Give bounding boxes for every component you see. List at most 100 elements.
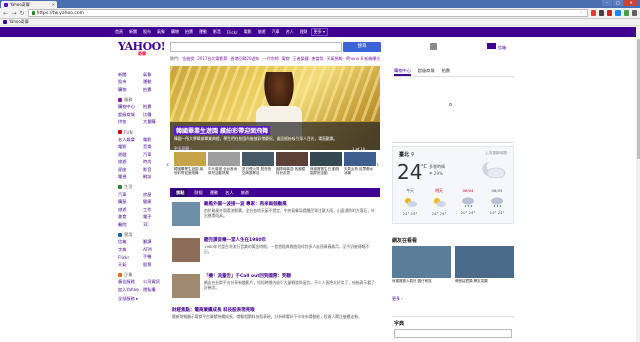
story-title[interactable]: 聽完課音樂一堂人生在1980年 bbox=[204, 237, 266, 243]
weather-widget[interactable]: 臺北 ⚲ 上次更新時間 · 24 °C 多雲時晴 ☂ 29% 今天 24° 29°… bbox=[392, 146, 514, 224]
sidebar-link[interactable]: 股票 bbox=[143, 262, 168, 268]
sidebar-link[interactable]: 網誌 bbox=[143, 174, 168, 180]
sidebar-link[interactable]: 超級商城 bbox=[118, 112, 143, 118]
sidebar-link[interactable]: 健康 bbox=[143, 199, 168, 205]
story-thumbnail[interactable] bbox=[172, 202, 200, 226]
sidebar-link[interactable]: 購物中心 bbox=[118, 104, 143, 110]
thumb-prev-arrow-icon[interactable]: ‹ bbox=[166, 160, 169, 169]
explore-photo[interactable]: 熊貓寶寶人氣旺 圓仔家族 bbox=[392, 246, 451, 283]
hero-thumbnail[interactable]: 韓國畢業生遊園 繽紛彩帶迎面飛舞 bbox=[174, 152, 206, 184]
sidebar-link[interactable]: 電子 bbox=[143, 214, 168, 220]
sidebar-link[interactable]: 遊戲 bbox=[118, 152, 143, 158]
mail-icon[interactable] bbox=[487, 43, 496, 49]
story-title[interactable]: 颱風外圍一波接一波 專家：再來兩個颱風 bbox=[204, 201, 287, 207]
sidebar-link[interactable]: 購物 bbox=[118, 87, 143, 93]
sidebar-link[interactable]: 信箱 bbox=[118, 239, 143, 245]
yahoo-nav-item[interactable]: 購物 bbox=[168, 29, 182, 35]
yahoo-nav-item[interactable]: 新聞 bbox=[126, 29, 140, 35]
tab-close-icon[interactable]: × bbox=[52, 2, 55, 7]
story-thumbnail[interactable] bbox=[172, 238, 200, 262]
news-tab[interactable]: 名人 bbox=[225, 190, 233, 196]
sidebar-link[interactable]: 時尚 bbox=[143, 159, 168, 165]
sidebar-link[interactable]: 電視 bbox=[118, 174, 143, 180]
page-scrollbar[interactable] bbox=[636, 27, 640, 342]
news-tab[interactable]: 焦點 bbox=[173, 188, 188, 197]
weather-city[interactable]: 臺北 ⚲ bbox=[399, 151, 414, 158]
yahoo-nav-more[interactable]: 更多 ▾ bbox=[310, 28, 328, 36]
sidebar-link[interactable]: 拼拍 bbox=[118, 119, 143, 125]
story-title[interactable]: 「機！流量告」千Call out回到國際：笑翻 bbox=[204, 273, 291, 279]
trending-link[interactable]: 金曲獎 bbox=[182, 56, 194, 62]
yahoo-nav-item[interactable]: 運動 bbox=[196, 29, 210, 35]
sidebar-link[interactable]: 天氣 bbox=[118, 262, 143, 268]
explore-caption[interactable]: 萌獸搶鏡頭 網友笑翻 bbox=[455, 279, 514, 284]
shopping-tab[interactable]: 拍賣 bbox=[442, 68, 450, 76]
extension-icon[interactable] bbox=[615, 10, 621, 16]
yahoo-nav-item[interactable]: 名人 bbox=[283, 29, 297, 35]
sidebar-link[interactable]: 字典 bbox=[118, 247, 143, 253]
address-bar[interactable]: https://tw.yahoo.com ☆ bbox=[27, 9, 588, 17]
yahoo-nav-item[interactable]: 汽車 bbox=[269, 29, 283, 35]
yahoo-nav-item[interactable]: 影音 bbox=[210, 29, 224, 35]
sidebar-link[interactable]: 拍賣 bbox=[143, 104, 168, 110]
trending-link[interactable]: IPhone 8 新機曝光 bbox=[346, 56, 381, 62]
sidebar-link[interactable]: 購屋 bbox=[118, 199, 143, 205]
hero-thumbnail[interactable]: 夏日煙火秀 點亮夜空絢麗奪目 bbox=[242, 152, 274, 184]
trending-link[interactable]: 麥當勞 bbox=[312, 56, 324, 62]
extension-icon[interactable] bbox=[590, 10, 596, 16]
extension-icon[interactable] bbox=[623, 10, 629, 16]
sidebar-link[interactable]: 汽車 bbox=[143, 152, 168, 158]
extension-icon[interactable] bbox=[598, 10, 605, 16]
yahoo-nav-item[interactable]: 旅遊 bbox=[255, 29, 269, 35]
sidebar-link[interactable]: Flickr bbox=[118, 255, 143, 260]
sidebar-link[interactable]: 氣象 bbox=[143, 72, 168, 78]
browser-tab[interactable]: Yahoo奇摩 × bbox=[1, 1, 57, 8]
sidebar-link[interactable]: ATM bbox=[143, 247, 168, 252]
sidebar-link[interactable]: 汽車 bbox=[118, 192, 143, 198]
yahoo-nav-item[interactable]: 電影 bbox=[241, 29, 255, 35]
hero-thumbnail[interactable]: 熊貓寶寶生日 動物園慶祝活動 bbox=[310, 152, 342, 184]
search-input[interactable] bbox=[170, 42, 342, 52]
yahoo-nav-item[interactable]: 首頁 bbox=[112, 29, 126, 35]
news-tab[interactable]: 財經 bbox=[194, 190, 202, 196]
sidebar-link[interactable]: 股市 bbox=[118, 79, 143, 85]
explore-photo[interactable]: 萌獸搶鏡頭 網友笑翻 bbox=[455, 246, 514, 283]
all-services-link[interactable]: 全部服務 ▸ bbox=[118, 296, 168, 304]
sidebar-link[interactable]: 房屋 bbox=[143, 192, 168, 198]
sidebar-link[interactable]: 公司資訊 bbox=[143, 279, 168, 285]
news-tab[interactable]: 運動 bbox=[210, 190, 218, 196]
yahoo-nav-item[interactable]: 理財 bbox=[297, 29, 311, 35]
sidebar-link[interactable]: 拍賣 bbox=[143, 87, 168, 93]
news-story[interactable]: 「機！流量告」千Call out回到國際：笑翻 網友在社群平台分享有趣影片，短短時… bbox=[170, 272, 380, 306]
shopping-tab[interactable]: 超級商城 bbox=[418, 68, 435, 76]
hero-thumbnail[interactable]: 中元普渡 全台各地祭祀活動熱鬧 bbox=[208, 152, 240, 184]
trending-link[interactable]: 天氣預報 bbox=[327, 56, 343, 62]
mail-label[interactable]: 信箱 bbox=[498, 45, 506, 51]
sidebar-link[interactable]: 大量購 bbox=[143, 119, 168, 125]
news-story[interactable]: 財經焦點：電商業績成長 科技股表現亮眼 最新財報顯示電商平台業績持續成長，帶動相關… bbox=[170, 306, 380, 340]
story-title[interactable]: 財經焦點：電商業績成長 科技股表現亮眼 bbox=[172, 307, 255, 313]
maximize-button[interactable]: □ bbox=[613, 0, 623, 6]
hero-title[interactable]: 韓國畢業生遊園 繽紛彩帶迎面飛舞 bbox=[174, 126, 271, 135]
sidebar-link[interactable]: 旅遊 bbox=[118, 207, 143, 213]
yahoo-nav-item[interactable]: 股市 bbox=[140, 29, 154, 35]
sidebar-link[interactable]: 美食 bbox=[118, 214, 143, 220]
sidebar-link[interactable]: 工作 bbox=[143, 207, 168, 213]
story-thumbnail[interactable] bbox=[172, 274, 200, 298]
sidebar-link[interactable]: 電影 bbox=[118, 144, 143, 150]
sidebar-link[interactable]: 星座 bbox=[118, 167, 143, 173]
trending-link[interactable]: 一代宗師 bbox=[263, 56, 279, 62]
user-icon[interactable] bbox=[430, 43, 437, 50]
sidebar-link[interactable]: 名人娛樂 bbox=[118, 137, 143, 143]
sidebar-link[interactable]: 3C bbox=[143, 222, 168, 227]
explore-more-link[interactable]: 更多 › bbox=[392, 296, 403, 302]
sidebar-link[interactable]: 電影 bbox=[143, 137, 168, 143]
sidebar-link[interactable]: 運動 bbox=[143, 79, 168, 85]
search-button[interactable]: 搜尋 bbox=[343, 42, 381, 52]
thumb-next-arrow-icon[interactable]: › bbox=[376, 160, 379, 169]
news-story[interactable]: 颱風外圍一波接一波 專家：再來兩個颱風 由於颱風外圍環流影響，全台各地天氣不穩定，… bbox=[170, 200, 380, 234]
dictionary-input[interactable] bbox=[394, 329, 512, 338]
sidebar-link[interactable]: 廣告服務 bbox=[118, 279, 143, 285]
news-tab[interactable]: 旅遊 bbox=[241, 190, 249, 196]
reload-button[interactable]: ↻ bbox=[19, 10, 25, 17]
